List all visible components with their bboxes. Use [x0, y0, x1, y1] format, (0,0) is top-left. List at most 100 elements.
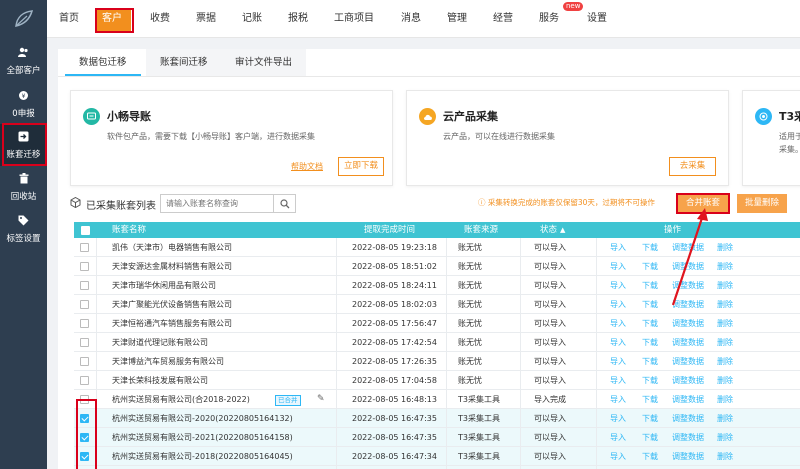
delete-action[interactable]: 删除 [717, 447, 733, 466]
nav-messages[interactable]: 消息 [401, 0, 421, 38]
table-row[interactable]: 天津长荣科技发展有限公司 2022-08-05 17:04:58 账无忧 可以导入 导入… [74, 371, 800, 390]
user-icon [18, 47, 29, 62]
tab-ledger-migration[interactable]: 账套间迁移 [146, 49, 222, 76]
sidebar-item-tag-settings[interactable]: 标签设置 [0, 208, 47, 250]
nav-invoices[interactable]: 票据 [196, 0, 216, 38]
search-button[interactable] [274, 194, 296, 213]
download-action[interactable]: 下载 [642, 409, 658, 428]
search-icon [279, 198, 289, 208]
adjust-data-action[interactable]: 调整数据 [672, 333, 704, 352]
import-action[interactable]: 导入 [610, 352, 626, 371]
download-action[interactable]: 下载 [642, 276, 658, 295]
row-checkbox[interactable] [80, 357, 89, 366]
import-action[interactable]: 导入 [610, 409, 626, 428]
adjust-data-action[interactable]: 调整数据 [672, 352, 704, 371]
delete-action[interactable]: 删除 [717, 428, 733, 447]
delete-action[interactable]: 删除 [717, 390, 733, 409]
import-action[interactable]: 导入 [610, 428, 626, 447]
download-action[interactable]: 下载 [642, 238, 658, 257]
card-desc: 软件包产品，需要下载【小畅导账】客户端，进行数据采集 [107, 132, 315, 141]
adjust-data-action[interactable]: 调整数据 [672, 447, 704, 466]
table-row[interactable]: 杭州实送贸易有限公司-2020(20220805164132) 2022-08-0… [74, 409, 800, 428]
sidebar-item-recycle-bin[interactable]: 回收站 [0, 166, 47, 208]
table-row[interactable]: 天津博益汽车贸易服务有限公司 2022-08-05 17:26:35 账无忧 可以导入… [74, 352, 800, 371]
delete-action[interactable]: 删除 [717, 371, 733, 390]
import-action[interactable]: 导入 [610, 257, 626, 276]
delete-action[interactable]: 删除 [717, 238, 733, 257]
tab-package-migration[interactable]: 数据包迁移 [65, 49, 141, 76]
delete-action[interactable]: 删除 [717, 409, 733, 428]
row-checkbox[interactable] [80, 281, 89, 290]
download-action[interactable]: 下载 [642, 447, 658, 466]
table-row[interactable]: 杭州实送贸易有限公司-2018(20220805164045) 2022-08-0… [74, 447, 800, 466]
download-action[interactable]: 下载 [642, 371, 658, 390]
go-collect-button[interactable]: 去采集 [669, 157, 716, 176]
download-action[interactable]: 下载 [642, 314, 658, 333]
download-now-button[interactable]: 立即下载 [338, 157, 384, 176]
import-action[interactable]: 导入 [610, 238, 626, 257]
delete-action[interactable]: 删除 [717, 333, 733, 352]
row-checkbox[interactable] [80, 376, 89, 385]
import-action[interactable]: 导入 [610, 390, 626, 409]
ledger-status: 可以导入 [534, 452, 566, 461]
row-checkbox[interactable] [80, 300, 89, 309]
ledger-name: 天津安源达金属材料销售有限公司 [112, 262, 232, 271]
nav-settings[interactable]: 设置 [587, 0, 607, 38]
row-checkbox[interactable] [80, 243, 89, 252]
import-action[interactable]: 导入 [610, 295, 626, 314]
annotation-arrow [671, 208, 708, 306]
extract-time: 2022-08-05 19:23:18 [352, 243, 437, 252]
adjust-data-action[interactable]: 调整数据 [672, 428, 704, 447]
adjust-data-action[interactable]: 调整数据 [672, 371, 704, 390]
delete-action[interactable]: 删除 [717, 314, 733, 333]
download-action[interactable]: 下载 [642, 352, 658, 371]
card-xiaochang: 小畅导账 软件包产品，需要下载【小畅导账】客户端，进行数据采集 帮助文档 立即下… [70, 90, 393, 186]
nav-bookkeeping[interactable]: 记账 [242, 0, 262, 38]
row-checkbox[interactable] [80, 319, 89, 328]
batch-delete-button[interactable]: 批量删除 [737, 194, 787, 213]
edit-icon[interactable]: ✎ [317, 390, 325, 409]
row-checkbox[interactable] [80, 338, 89, 347]
table-row[interactable]: 天津恒裕通汽车销售服务有限公司 2022-08-05 17:56:47 账无忧 可以导… [74, 314, 800, 333]
download-action[interactable]: 下载 [642, 428, 658, 447]
sidebar-item-all-customers[interactable]: 全部客户 [0, 40, 47, 82]
import-action[interactable]: 导入 [610, 314, 626, 333]
import-action[interactable]: 导入 [610, 333, 626, 352]
nav-management[interactable]: 管理 [447, 0, 467, 38]
status-sort-icon[interactable]: ▲ [560, 222, 565, 238]
nav-billing[interactable]: 收费 [150, 0, 170, 38]
delete-action[interactable]: 删除 [717, 276, 733, 295]
table-row[interactable]: 天津财道代理记账有限公司 2022-08-05 17:42:54 账无忧 可以导入 导入… [74, 333, 800, 352]
tab-audit-export[interactable]: 审计文件导出 [221, 49, 307, 76]
nav-operations[interactable]: 经营 [493, 0, 513, 38]
card-title: 小畅导账 [107, 110, 151, 123]
table-row[interactable]: 杭州实送贸易有限公司-2021(20220805164158) 2022-08-0… [74, 428, 800, 447]
sidebar-item-zero-declare[interactable]: ¥ 0申报 [0, 83, 47, 125]
delete-action[interactable]: 删除 [717, 352, 733, 371]
download-action[interactable]: 下载 [642, 257, 658, 276]
ledger-status: 可以导入 [534, 338, 566, 347]
import-action[interactable]: 导入 [610, 447, 626, 466]
delete-action[interactable]: 删除 [717, 295, 733, 314]
adjust-data-action[interactable]: 调整数据 [672, 409, 704, 428]
download-action[interactable]: 下载 [642, 295, 658, 314]
nav-tax-filing[interactable]: 报税 [288, 0, 308, 38]
adjust-data-action[interactable]: 调整数据 [672, 314, 704, 333]
nav-home[interactable]: 首页 [59, 0, 79, 38]
col-name: 账套名称 [112, 225, 147, 235]
download-action[interactable]: 下载 [642, 333, 658, 352]
ledger-status: 可以导入 [534, 262, 566, 271]
table-row[interactable]: 杭州实送贸易有限公司(合2018-2022) 已合并 ✎ 2022-08-05 16:… [74, 390, 800, 409]
delete-action[interactable]: 删除 [717, 257, 733, 276]
import-action[interactable]: 导入 [610, 276, 626, 295]
select-all-checkbox[interactable] [81, 226, 90, 235]
download-action[interactable]: 下载 [642, 390, 658, 409]
help-doc-link[interactable]: 帮助文档 [291, 161, 323, 172]
nav-business-projects[interactable]: 工商项目 [334, 0, 374, 38]
ledger-status: 可以导入 [534, 414, 566, 423]
nav-services[interactable]: 服务 [539, 0, 559, 38]
adjust-data-action[interactable]: 调整数据 [672, 390, 704, 409]
import-action[interactable]: 导入 [610, 371, 626, 390]
search-input[interactable] [160, 194, 274, 213]
row-checkbox[interactable] [80, 262, 89, 271]
